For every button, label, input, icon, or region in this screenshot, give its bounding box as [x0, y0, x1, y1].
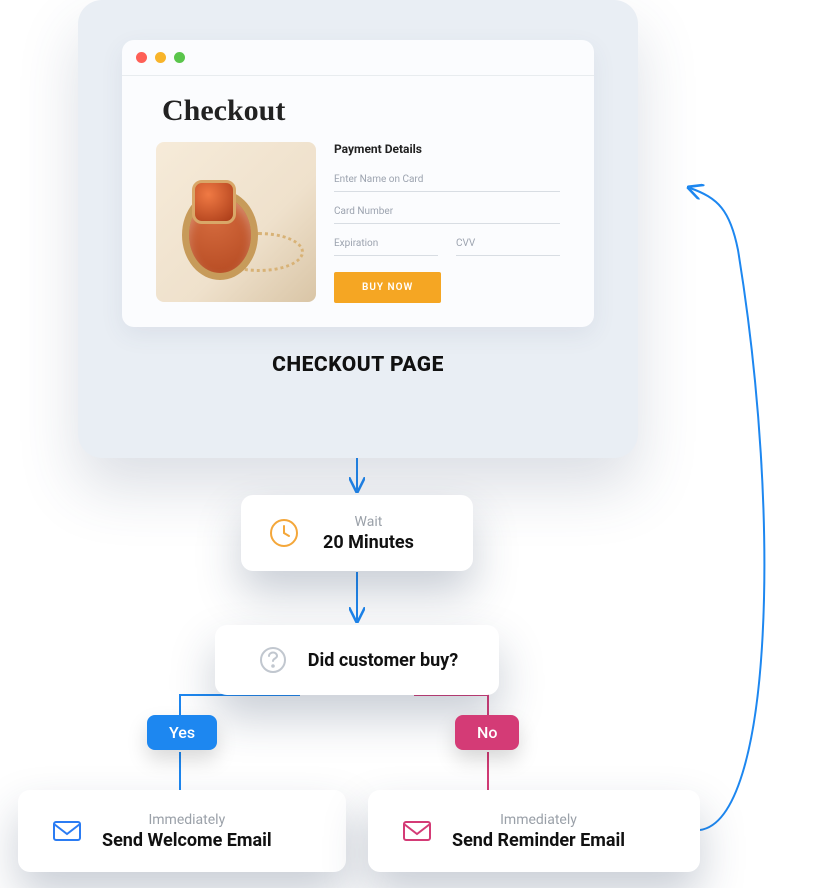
mail-icon [400, 814, 434, 848]
window-minimize-icon [155, 52, 166, 63]
checkout-page-label: CHECKOUT PAGE [122, 353, 594, 377]
yes-action: Send Welcome Email [102, 830, 272, 851]
window-close-icon [136, 52, 147, 63]
expiration-field[interactable]: Expiration [334, 232, 438, 256]
name-on-card-field[interactable]: Enter Name on Card [334, 168, 560, 192]
decision-node: Did customer buy? [215, 625, 499, 695]
window-zoom-icon [174, 52, 185, 63]
reminder-email-node: Immediately Send Reminder Email [368, 790, 700, 872]
payment-details-heading: Payment Details [334, 142, 560, 156]
checkout-page-panel: Checkout Payment Details Enter Name on C… [78, 0, 638, 458]
card-number-field[interactable]: Card Number [334, 200, 560, 224]
wait-duration: 20 Minutes [323, 532, 414, 553]
checkout-content: Checkout Payment Details Enter Name on C… [122, 76, 594, 327]
question-icon [256, 643, 290, 677]
no-tag: No [455, 715, 519, 750]
welcome-email-node: Immediately Send Welcome Email [18, 790, 346, 872]
wait-label: Wait [355, 514, 383, 530]
browser-chrome-bar [122, 40, 594, 76]
checkout-title: Checkout [162, 94, 560, 128]
cvv-field[interactable]: CVV [456, 232, 560, 256]
yes-timing: Immediately [148, 812, 225, 828]
mail-icon [50, 814, 84, 848]
wait-node: Wait 20 Minutes [241, 495, 473, 571]
product-image [156, 142, 316, 302]
buy-now-button[interactable]: BUY NOW [334, 272, 441, 303]
no-action: Send Reminder Email [452, 830, 625, 851]
payment-form: Payment Details Enter Name on Card Card … [334, 142, 560, 303]
decision-question: Did customer buy? [308, 650, 458, 671]
yes-tag: Yes [147, 715, 217, 750]
checkout-browser-mock: Checkout Payment Details Enter Name on C… [122, 40, 594, 327]
no-timing: Immediately [500, 812, 577, 828]
clock-icon [267, 516, 301, 550]
